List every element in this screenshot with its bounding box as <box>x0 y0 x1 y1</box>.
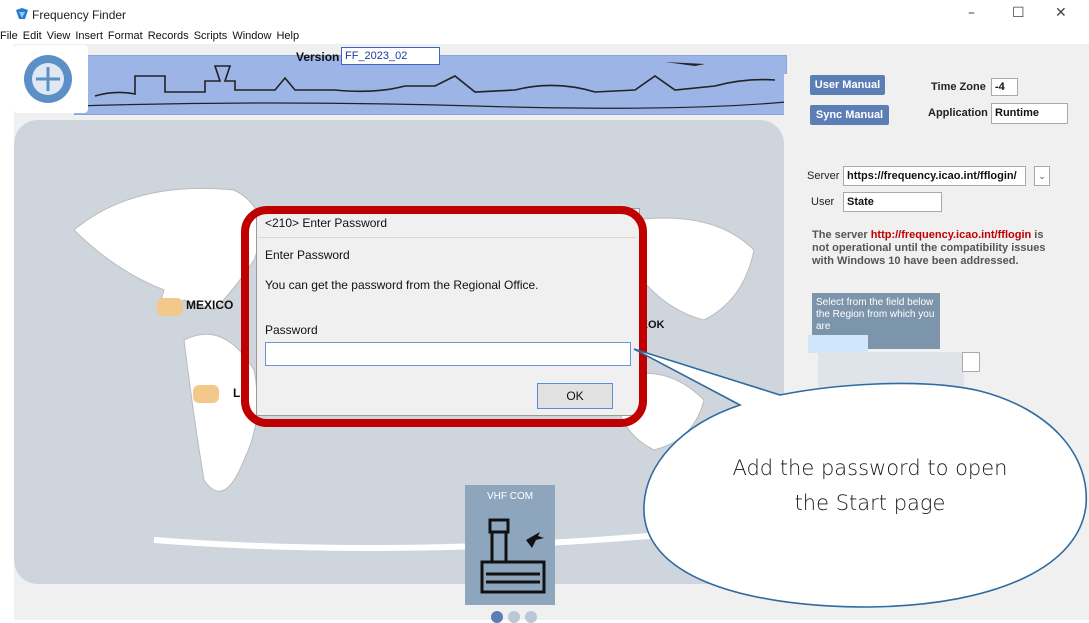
server-label: Server <box>807 170 840 182</box>
time-zone-label: Time Zone <box>931 81 986 93</box>
time-zone-field[interactable]: -4 <box>991 78 1018 96</box>
app-icon <box>16 8 28 19</box>
dialog-highlight-frame <box>241 206 647 427</box>
version-field: FF_2023_02 <box>341 47 440 65</box>
menu-window[interactable]: Window <box>232 30 271 42</box>
menu-scripts[interactable]: Scripts <box>194 30 228 42</box>
version-label: Version <box>296 50 340 64</box>
user-label: User <box>811 196 835 208</box>
sync-manual-button[interactable]: Sync Manual <box>810 105 889 125</box>
lima-marker[interactable] <box>193 385 219 403</box>
menu-records[interactable]: Records <box>148 30 189 42</box>
callout-text: Add the password to open the Start page <box>690 451 1050 521</box>
server-dropdown-icon[interactable]: ⌄ <box>1034 166 1050 186</box>
application-field[interactable]: Runtime <box>991 103 1068 124</box>
user-manual-button[interactable]: User Manual <box>810 75 885 95</box>
menu-insert[interactable]: Insert <box>75 30 103 42</box>
server-notice: The server http://frequency.icao.int/ffl… <box>812 229 1052 268</box>
menu-view[interactable]: View <box>47 30 71 42</box>
page-dot-2[interactable] <box>508 611 520 623</box>
map-label-mexico: MEXICO <box>186 298 234 312</box>
server-field[interactable]: https://frequency.icao.int/fflogin/ <box>843 166 1026 186</box>
close-button[interactable]: ✕ <box>1055 5 1067 21</box>
icao-logo <box>14 45 88 113</box>
menu-edit[interactable]: Edit <box>23 30 42 42</box>
callout-line-2: the Start page <box>794 491 946 515</box>
user-field[interactable]: State <box>843 192 942 212</box>
minimize-button[interactable]: – <box>968 5 975 21</box>
notice-url: http://frequency.icao.int/fflogin <box>870 229 1032 241</box>
application-label: Application <box>928 107 988 119</box>
maximize-button[interactable]: ☐ <box>1012 5 1025 21</box>
menu-help[interactable]: Help <box>276 30 299 42</box>
vhf-com-label: VHF COM <box>486 491 534 502</box>
page-dot-3[interactable] <box>525 611 537 623</box>
control-tower-icon <box>480 518 546 594</box>
menu-format[interactable]: Format <box>108 30 143 42</box>
window-title: Frequency Finder <box>32 8 127 22</box>
menu-file[interactable]: File <box>0 30 18 42</box>
notice-prefix: The server <box>812 229 871 241</box>
title-bar: Frequency Finder – ☐ ✕ <box>0 0 1089 30</box>
mexico-marker[interactable] <box>157 298 183 316</box>
callout-line-1: Add the password to open <box>732 456 1008 480</box>
page-dot-1[interactable] <box>491 611 503 623</box>
